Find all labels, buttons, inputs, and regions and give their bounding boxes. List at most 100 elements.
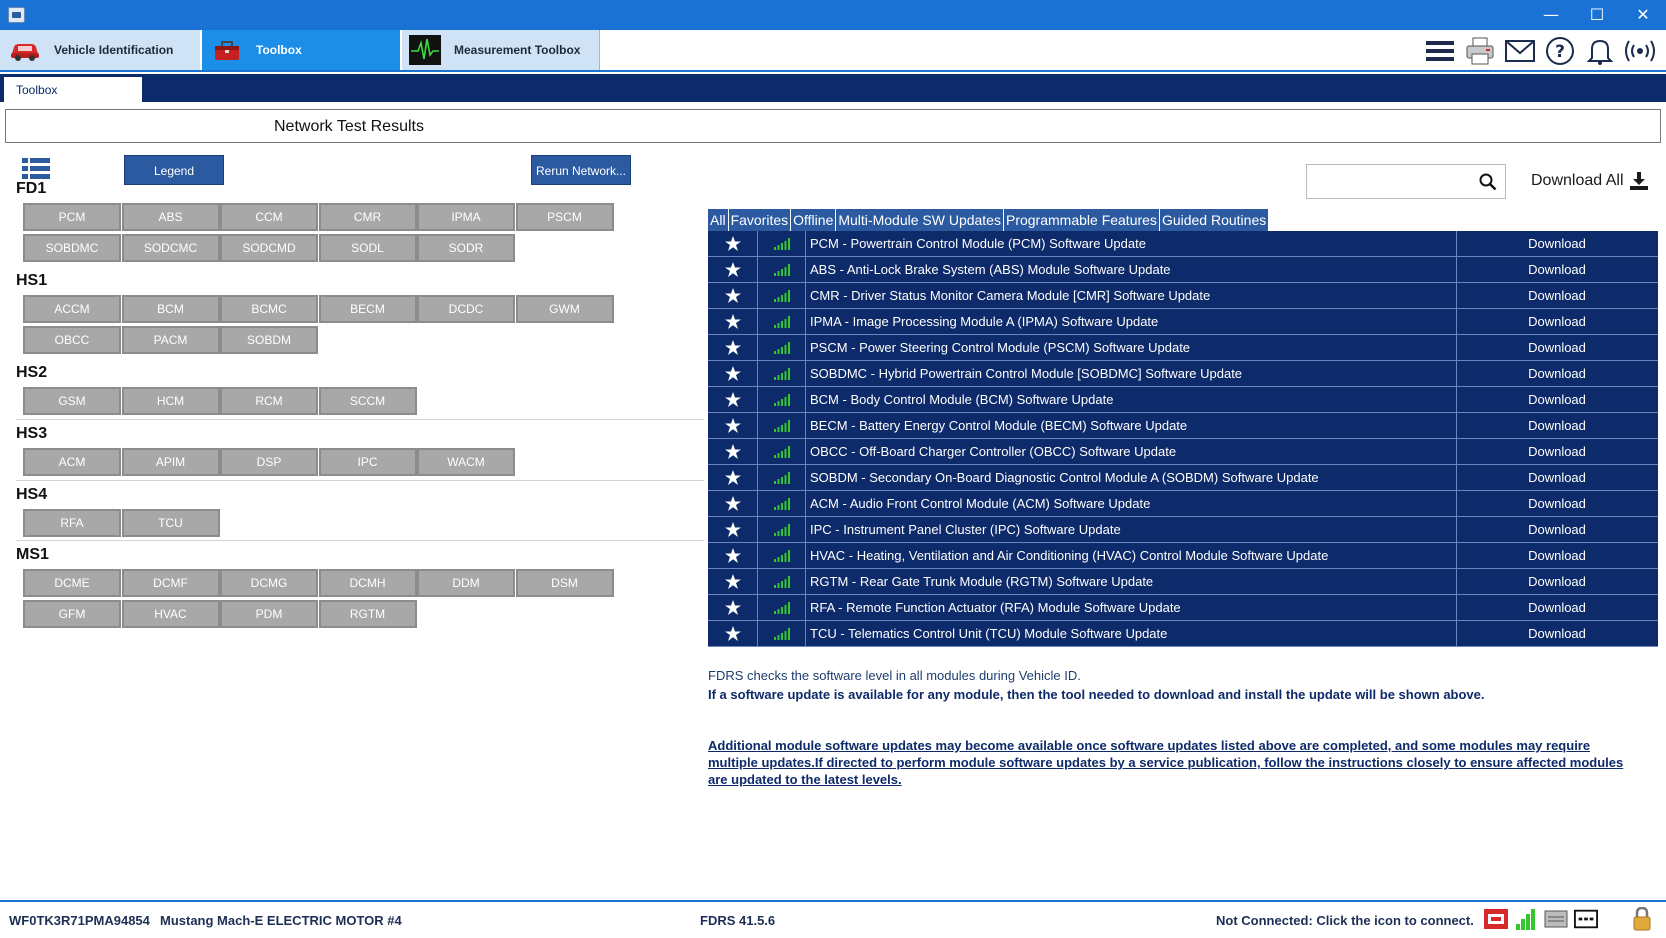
module-button-sobdm[interactable]: SOBDM [220, 326, 318, 354]
module-button-hvac[interactable]: HVAC [121, 600, 220, 628]
module-button-pdm[interactable]: PDM [220, 600, 318, 628]
module-button-accm[interactable]: ACCM [23, 295, 121, 323]
favorite-star-icon[interactable] [708, 464, 758, 491]
filter-tab-all[interactable]: All [708, 209, 729, 231]
download-all-button[interactable]: Download All [1531, 172, 1648, 190]
tab-vehicle-identification[interactable]: Vehicle Identification [0, 30, 200, 70]
close-button[interactable]: ✕ [1620, 0, 1666, 30]
mail-icon[interactable] [1504, 35, 1536, 67]
download-button[interactable]: Download [1457, 621, 1657, 647]
module-button-sodr[interactable]: SODR [417, 234, 515, 262]
table-row[interactable]: ACM - Audio Front Control Module (ACM) S… [708, 490, 1658, 517]
module-button-apim[interactable]: APIM [121, 448, 220, 476]
tab-toolbox-sub[interactable]: Toolbox [4, 77, 142, 102]
download-button[interactable]: Download [1457, 361, 1657, 387]
table-row[interactable]: IPMA - Image Processing Module A (IPMA) … [708, 308, 1658, 335]
search-box[interactable] [1306, 164, 1506, 199]
minimize-button[interactable]: — [1528, 0, 1574, 30]
module-button-dcmh[interactable]: DCMH [318, 569, 417, 597]
table-row[interactable]: ABS - Anti-Lock Brake System (ABS) Modul… [708, 256, 1658, 283]
module-button-ipc[interactable]: IPC [318, 448, 417, 476]
download-button[interactable]: Download [1457, 543, 1657, 569]
download-button[interactable]: Download [1457, 335, 1657, 361]
module-button-sccm[interactable]: SCCM [318, 387, 417, 415]
table-row[interactable]: IPC - Instrument Panel Cluster (IPC) Sof… [708, 516, 1658, 543]
table-row[interactable]: BECM - Battery Energy Control Module (BE… [708, 412, 1658, 439]
network-adapter-icon[interactable] [1544, 908, 1568, 930]
legend-button[interactable]: Legend [124, 155, 224, 185]
module-button-ipma[interactable]: IPMA [417, 203, 515, 231]
module-button-sodl[interactable]: SODL [318, 234, 417, 262]
table-row[interactable]: HVAC - Heating, Ventilation and Air Cond… [708, 542, 1658, 569]
module-button-pacm[interactable]: PACM [121, 326, 220, 354]
favorite-star-icon[interactable] [708, 438, 758, 465]
module-button-becm[interactable]: BECM [318, 295, 417, 323]
table-row[interactable]: PSCM - Power Steering Control Module (PS… [708, 334, 1658, 361]
module-button-cmr[interactable]: CMR [318, 203, 417, 231]
module-button-sobdmc[interactable]: SOBDMC [23, 234, 121, 262]
module-button-gfm[interactable]: GFM [23, 600, 121, 628]
status-dash-icon[interactable] [1574, 908, 1598, 930]
list-view-icon[interactable] [22, 158, 50, 180]
module-button-dcmg[interactable]: DCMG [220, 569, 318, 597]
module-button-rfa[interactable]: RFA [23, 509, 121, 537]
filter-tab-favorites[interactable]: Favorites [728, 209, 792, 231]
download-button[interactable]: Download [1457, 283, 1657, 309]
filter-tab-guided-routines[interactable]: Guided Routines [1159, 209, 1270, 231]
menu-icon[interactable] [1424, 35, 1456, 67]
module-button-rgtm[interactable]: RGTM [318, 600, 417, 628]
printer-icon[interactable] [1464, 35, 1496, 67]
tab-measurement-toolbox[interactable]: Measurement Toolbox [402, 30, 600, 70]
favorite-star-icon[interactable] [708, 230, 758, 257]
download-button[interactable]: Download [1457, 231, 1657, 257]
module-button-gwm[interactable]: GWM [515, 295, 614, 323]
module-button-sodcmd[interactable]: SODCMD [220, 234, 318, 262]
favorite-star-icon[interactable] [708, 490, 758, 517]
module-button-gsm[interactable]: GSM [23, 387, 121, 415]
wireless-icon[interactable] [1624, 35, 1656, 67]
table-row[interactable]: RGTM - Rear Gate Trunk Module (RGTM) Sof… [708, 568, 1658, 595]
module-button-pscm[interactable]: PSCM [515, 203, 614, 231]
download-button[interactable]: Download [1457, 309, 1657, 335]
module-button-pcm[interactable]: PCM [23, 203, 121, 231]
favorite-star-icon[interactable] [708, 542, 758, 569]
module-button-abs[interactable]: ABS [121, 203, 220, 231]
search-icon[interactable] [1479, 173, 1497, 191]
download-button[interactable]: Download [1457, 387, 1657, 413]
module-button-ddm[interactable]: DDM [417, 569, 515, 597]
download-button[interactable]: Download [1457, 257, 1657, 283]
tab-toolbox[interactable]: Toolbox [202, 30, 400, 70]
lock-icon[interactable] [1632, 906, 1652, 931]
module-button-dsp[interactable]: DSP [220, 448, 318, 476]
download-button[interactable]: Download [1457, 491, 1657, 517]
favorite-star-icon[interactable] [708, 568, 758, 595]
table-row[interactable]: RFA - Remote Function Actuator (RFA) Mod… [708, 594, 1658, 621]
module-button-dcme[interactable]: DCME [23, 569, 121, 597]
download-button[interactable]: Download [1457, 465, 1657, 491]
module-button-sodcmc[interactable]: SODCMC [121, 234, 220, 262]
bell-icon[interactable] [1584, 35, 1616, 67]
module-button-hcm[interactable]: HCM [121, 387, 220, 415]
favorite-star-icon[interactable] [708, 386, 758, 413]
signal-strength-icon[interactable] [1514, 908, 1538, 930]
favorite-star-icon[interactable] [708, 334, 758, 361]
table-row[interactable]: PCM - Powertrain Control Module (PCM) So… [708, 230, 1658, 257]
favorite-star-icon[interactable] [708, 594, 758, 621]
table-row[interactable]: SOBDMC - Hybrid Powertrain Control Modul… [708, 360, 1658, 387]
vci-connect-icon[interactable] [1484, 908, 1508, 930]
module-button-tcu[interactable]: TCU [121, 509, 220, 537]
favorite-star-icon[interactable] [708, 620, 758, 647]
info-link[interactable]: Additional module software updates may b… [708, 737, 1638, 788]
rerun-network-button[interactable]: Rerun Network... [531, 155, 631, 185]
module-button-dsm[interactable]: DSM [515, 569, 614, 597]
table-row[interactable]: TCU - Telematics Control Unit (TCU) Modu… [708, 620, 1658, 647]
download-button[interactable]: Download [1457, 595, 1657, 621]
favorite-star-icon[interactable] [708, 308, 758, 335]
module-button-rcm[interactable]: RCM [220, 387, 318, 415]
help-icon[interactable]: ? [1544, 35, 1576, 67]
module-button-obcc[interactable]: OBCC [23, 326, 121, 354]
module-button-acm[interactable]: ACM [23, 448, 121, 476]
table-row[interactable]: BCM - Body Control Module (BCM) Software… [708, 386, 1658, 413]
table-row[interactable]: OBCC - Off-Board Charger Controller (OBC… [708, 438, 1658, 465]
module-button-bcm[interactable]: BCM [121, 295, 220, 323]
